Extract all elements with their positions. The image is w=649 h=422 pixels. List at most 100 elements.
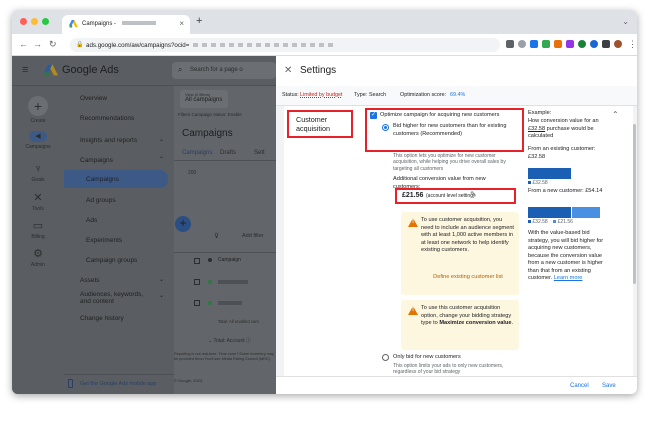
add-campaign-button[interactable]: + [175, 216, 191, 232]
add-filter[interactable]: Add filter [242, 233, 264, 239]
nav-ads[interactable]: Ads [64, 212, 174, 228]
chevron-down-icon: ⌄ [158, 293, 164, 299]
nav-insights-and-reports[interactable]: Insights and reports ⌄ [64, 132, 174, 148]
gear-icon: ⚙ [33, 248, 43, 260]
nav-recommendations[interactable]: Recommendations [64, 110, 174, 126]
panel-footer: Cancel Save [276, 376, 637, 394]
rail-admin[interactable]: ⚙ Admin [12, 247, 64, 268]
rail-tools[interactable]: ✕ Tools [12, 191, 64, 212]
campaigns-title: Campaigns [182, 128, 233, 139]
new-customer-label: From a new customer: £54.14 [528, 188, 603, 194]
nav-campaigns[interactable]: Campaigns [64, 170, 168, 188]
nav-ad-groups[interactable]: Ad groups [64, 192, 174, 208]
optimize-checkbox[interactable]: ✓ [370, 112, 377, 119]
nav-experiments[interactable]: Experiments [64, 232, 174, 248]
row-checkbox[interactable] [194, 300, 200, 306]
new-customer-bar-extra [572, 207, 600, 218]
extension-icon[interactable] [578, 40, 586, 48]
nav-change-history[interactable]: Change history [64, 310, 174, 326]
rail-label: Campaigns [25, 144, 51, 150]
nav-campaign-groups[interactable]: Campaign groups [64, 252, 174, 268]
status-dot [208, 301, 212, 305]
zoom-window-button[interactable] [42, 18, 49, 25]
edit-pencil-icon[interactable]: ✎ [470, 190, 477, 199]
close-icon[interactable]: ✕ [284, 65, 292, 76]
reload-icon[interactable]: ↻ [49, 39, 57, 50]
mobile-app-link[interactable]: Get the Google Ads mobile app [64, 374, 174, 394]
mobile-app-link-label: Get the Google Ads mobile app [80, 381, 157, 387]
extension-icon[interactable] [542, 40, 550, 48]
new-tab-button[interactable]: + [196, 15, 202, 27]
status-label: Status: [282, 92, 299, 98]
type-label: Type: [354, 92, 368, 98]
tab-drafts[interactable]: Drafts [220, 150, 236, 156]
more-menu-icon[interactable]: ⋮ [628, 39, 637, 50]
define-customer-list-link[interactable]: Define existing customer list [421, 274, 515, 282]
existing-bar-label: £32.58 [528, 180, 548, 186]
phone-icon [68, 379, 73, 388]
share-icon[interactable] [506, 40, 514, 48]
extensions-puzzle-icon[interactable] [602, 40, 610, 48]
plus-icon: + [28, 96, 48, 116]
rail-create[interactable]: + Create [12, 96, 64, 124]
minimize-window-button[interactable] [31, 18, 38, 25]
nav-campaigns-group[interactable]: Campaigns ⌃ [64, 152, 174, 168]
bookmark-star-icon[interactable] [518, 40, 526, 48]
rail-billing[interactable]: ▭ Billing [12, 219, 64, 240]
url-bar[interactable]: 🔒 ads.google.com/aw/campaigns?ocid= [70, 38, 500, 52]
hamburger-menu-icon[interactable]: ≡ [22, 64, 28, 76]
left-rail: + Create ◀ Campaigns ♆ Goals ✕ Tools ▭ B… [12, 86, 64, 394]
example-panel: Example: ⌃ How conversion value for an £… [528, 110, 628, 300]
nav-label: Audiences, keywords, and content [80, 291, 144, 305]
learn-more-link[interactable]: Learn more [554, 275, 583, 281]
extension-icon[interactable] [554, 40, 562, 48]
extension-icon[interactable] [530, 40, 538, 48]
rail-campaigns[interactable]: ◀ Campaigns [12, 131, 64, 150]
search-input[interactable]: ⌕ Search for a page o [172, 62, 276, 79]
tab-settings[interactable]: Sett [254, 150, 265, 156]
forward-icon[interactable]: → [33, 39, 42, 49]
total-account-row: ⌄ Total: Account ⓘ [208, 338, 252, 344]
optimization-label: Optimization score: [400, 92, 447, 98]
radio-only-new[interactable] [382, 354, 389, 361]
extension-icon[interactable] [566, 40, 574, 48]
filter-icon[interactable]: ⊽ [214, 232, 219, 240]
settings-panel: ✕ Settings Status: Limited by budget Typ… [276, 56, 637, 394]
profile-avatar[interactable] [614, 40, 622, 48]
browser-tab[interactable]: Campaigns - × [62, 15, 190, 34]
tab-campaigns[interactable]: Campaigns [182, 150, 212, 156]
scrollbar[interactable] [633, 124, 636, 284]
campaign-column-header[interactable]: Campaign [218, 257, 241, 263]
back-icon[interactable]: ← [19, 39, 28, 49]
row-checkbox[interactable] [194, 279, 200, 285]
close-tab-icon[interactable]: × [179, 19, 184, 28]
nav-audiences[interactable]: Audiences, keywords, and content ⌄ [64, 286, 174, 308]
save-button[interactable]: Save [602, 383, 616, 389]
optimization-score[interactable]: 69.4% [450, 92, 465, 98]
nav-label: Insights and reports [80, 137, 138, 144]
extension-icon[interactable] [590, 40, 598, 48]
tab-search-icon[interactable]: ⌄ [622, 17, 629, 26]
tools-icon: ✕ [33, 192, 43, 204]
select-all-checkbox[interactable] [194, 258, 200, 264]
nav-overview[interactable]: Overview [64, 90, 174, 106]
close-window-button[interactable] [20, 18, 27, 25]
chevron-up-icon[interactable]: ⌃ [612, 110, 619, 119]
trophy-icon: ♆ [33, 163, 43, 175]
tab-title-redacted [121, 21, 156, 26]
status-value[interactable]: Limited by budget [300, 92, 343, 98]
filters-bar[interactable]: Filters Campaign status: Enable [178, 112, 242, 117]
status-dot [208, 280, 212, 284]
cancel-button[interactable]: Cancel [570, 383, 589, 389]
billing-icon: ▭ [32, 220, 44, 232]
url-redacted [193, 43, 334, 48]
radio-bid-higher[interactable] [382, 124, 389, 131]
conversion-value-amount: £21.56 [402, 192, 424, 199]
rail-label: Goals [31, 177, 45, 183]
view-selector[interactable]: View (2 filters) All campaigns [180, 90, 228, 108]
rail-goals[interactable]: ♆ Goals [12, 163, 64, 183]
search-placeholder: Search for a page o [190, 67, 243, 73]
customer-acquisition-card: Customer acquisition ✓ Optimize campaign… [284, 106, 633, 376]
status-bar: Status: Limited by budget Type: Search O… [276, 86, 637, 106]
campaign-name-redacted [218, 280, 248, 284]
